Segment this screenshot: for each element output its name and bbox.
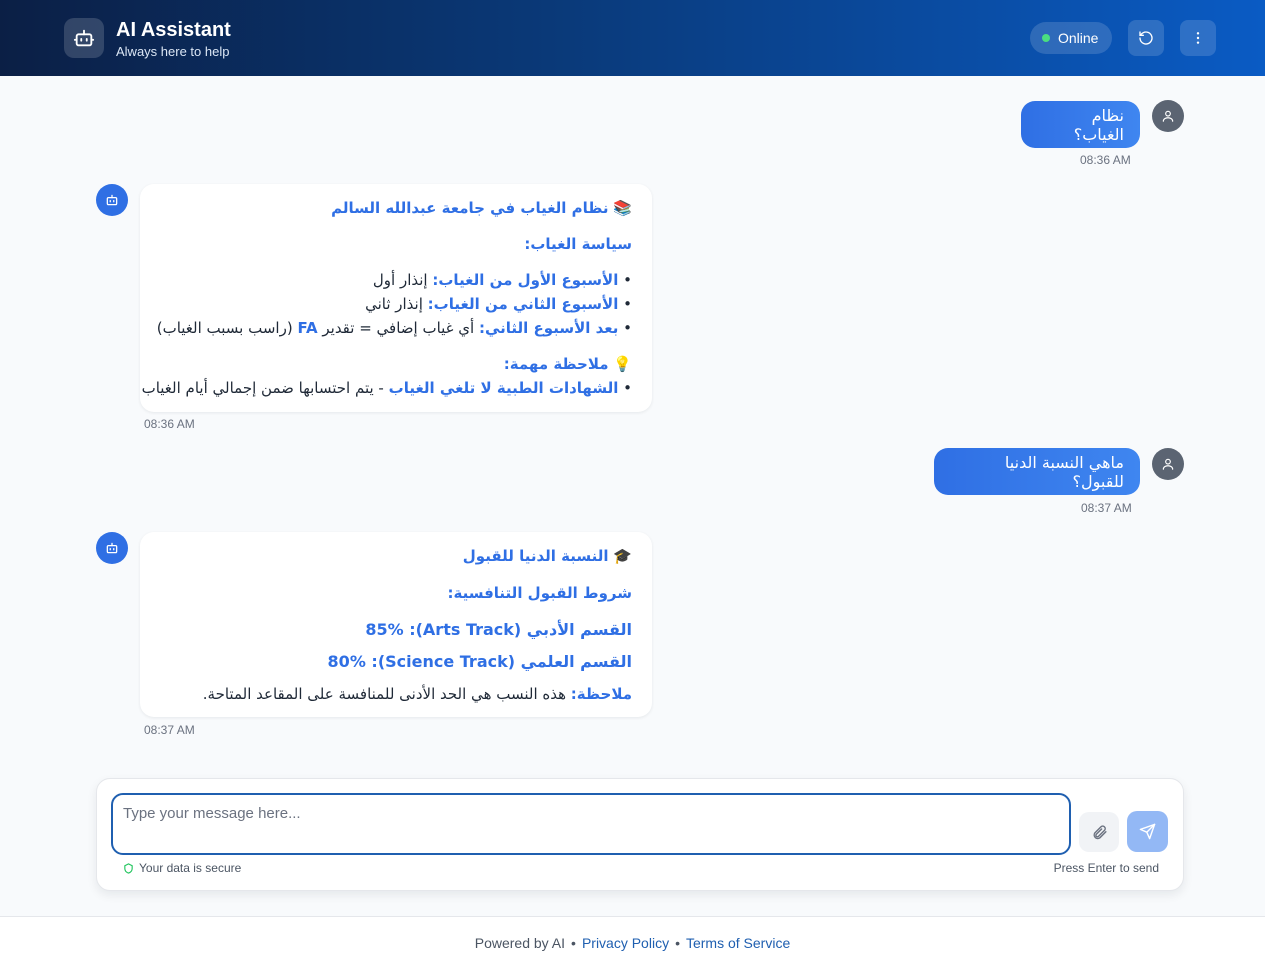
message-input[interactable] — [111, 793, 1071, 855]
note-heading: 💡 ملاحظة مهمة: — [503, 355, 632, 373]
user-message-bubble: نظام الغياب؟ — [1021, 101, 1140, 148]
graduation-cap-emoji-icon: 🎓 — [613, 547, 632, 565]
science-track-rate: القسم العلمي (Science Track): 80% — [327, 652, 632, 671]
more-vertical-icon — [1196, 32, 1200, 44]
message-composer: Your data is secure Press Enter to send — [96, 778, 1184, 891]
robot-icon — [106, 194, 118, 206]
policy-bullet: • الأسبوع الثاني من الغياب: إنذار ثاني — [365, 295, 632, 313]
footer-separator: • — [571, 935, 576, 951]
admission-note: ملاحظة: هذه النسب هي الحد الأدنى للمنافس… — [202, 685, 632, 703]
footer-separator: • — [675, 935, 680, 951]
send-icon — [1139, 823, 1156, 840]
refresh-icon — [1139, 31, 1153, 45]
online-dot-icon — [1042, 34, 1050, 42]
lightbulb-emoji-icon: 💡 — [613, 355, 632, 373]
bot-avatar — [96, 532, 128, 564]
secure-note: Your data is secure — [123, 861, 241, 875]
app-title: AI Assistant — [116, 19, 231, 41]
message-timestamp: 08:36 AM — [1080, 153, 1131, 167]
message-timestamp: 08:36 AM — [144, 417, 195, 431]
user-avatar — [1152, 100, 1184, 132]
attach-button[interactable] — [1079, 812, 1119, 852]
send-button[interactable] — [1127, 811, 1168, 852]
more-menu-button[interactable] — [1180, 20, 1216, 56]
status-badge: Online — [1030, 22, 1112, 54]
robot-icon — [106, 542, 118, 554]
refresh-button[interactable] — [1128, 20, 1164, 56]
user-message-bubble: ماهي النسبة الدنيا للقبول؟ — [934, 448, 1140, 495]
status-label: Online — [1058, 30, 1099, 46]
arts-track-rate: القسم الأدبي (Arts Track): 85% — [365, 620, 632, 639]
policy-heading: سياسة الغياب: — [524, 235, 632, 253]
user-avatar — [1152, 448, 1184, 480]
user-icon — [1162, 458, 1174, 470]
bot-message-title: 📚 نظام الغياب في جامعة عبدالله السالم — [331, 199, 632, 217]
bot-message-bubble: 🎓 النسبة الدنيا للقبول شروط القبول التنا… — [140, 532, 652, 717]
shield-icon — [124, 862, 133, 874]
note-bullet: • الشهادات الطبية لا تلغي الغياب - يتم ا… — [141, 379, 632, 397]
paperclip-icon — [1093, 824, 1107, 839]
user-message-text: نظام الغياب؟ — [1073, 105, 1124, 144]
app-subtitle: Always here to help — [116, 44, 230, 59]
conditions-heading: شروط القبول التنافسية: — [447, 584, 633, 602]
bot-avatar — [96, 184, 128, 216]
message-timestamp: 08:37 AM — [1081, 501, 1132, 515]
user-icon — [1162, 110, 1174, 122]
robot-icon — [64, 18, 104, 58]
powered-by-text: Powered by AI — [474, 935, 566, 951]
books-emoji-icon: 📚 — [613, 199, 632, 217]
policy-bullet: • الأسبوع الأول من الغياب: إنذار أول — [372, 271, 632, 289]
page-footer: Powered by AI • Privacy Policy • Terms o… — [0, 916, 1265, 969]
terms-of-service-link[interactable]: Terms of Service — [686, 935, 790, 951]
privacy-policy-link[interactable]: Privacy Policy — [582, 935, 669, 951]
message-timestamp: 08:37 AM — [144, 723, 195, 737]
user-message-text: ماهي النسبة الدنيا للقبول؟ — [1004, 452, 1124, 491]
bot-message-title: 🎓 النسبة الدنيا للقبول — [462, 547, 632, 565]
policy-bullet: • بعد الأسبوع الثاني: أي غياب إضافي = تق… — [156, 319, 632, 337]
send-hint: Press Enter to send — [1053, 861, 1159, 875]
bot-message-bubble: 📚 نظام الغياب في جامعة عبدالله السالم سي… — [140, 184, 652, 412]
app-header: AI Assistant Always here to help Online — [0, 0, 1265, 76]
